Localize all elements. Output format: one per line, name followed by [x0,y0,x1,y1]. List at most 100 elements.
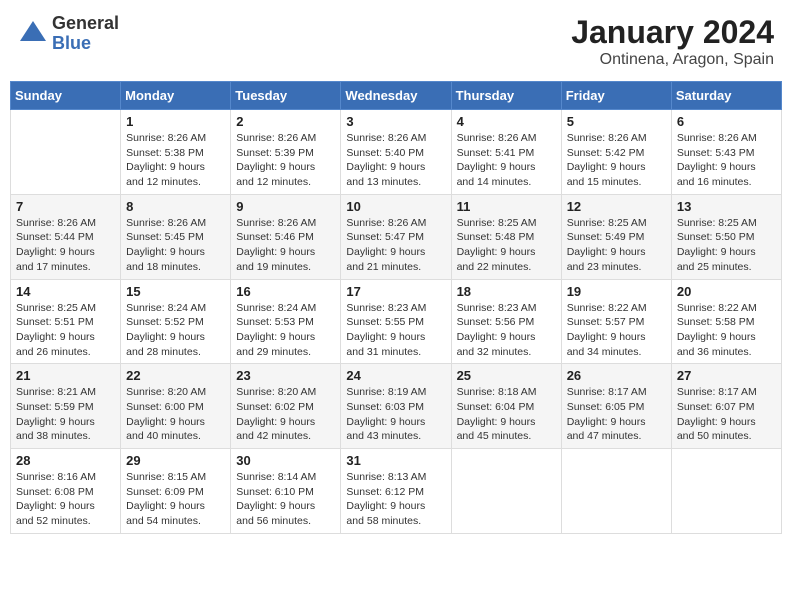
calendar-cell: 19 Sunrise: 8:22 AMSunset: 5:57 PMDayligh… [561,279,671,364]
day-number: 1 [126,114,225,129]
calendar-cell [11,110,121,195]
calendar-cell: 28 Sunrise: 8:16 AMSunset: 6:08 PMDayligh… [11,449,121,534]
page-header: General Blue January 2024 Ontinena, Arag… [10,10,782,73]
calendar-body: 1 Sunrise: 8:26 AMSunset: 5:38 PMDaylight… [11,110,782,534]
day-number: 19 [567,284,666,299]
day-number: 2 [236,114,335,129]
week-row-5: 28 Sunrise: 8:16 AMSunset: 6:08 PMDayligh… [11,449,782,534]
day-number: 6 [677,114,776,129]
day-info: Sunrise: 8:25 AMSunset: 5:48 PMDaylight:… [457,216,556,275]
calendar-cell: 16 Sunrise: 8:24 AMSunset: 5:53 PMDayligh… [231,279,341,364]
calendar-cell: 22 Sunrise: 8:20 AMSunset: 6:00 PMDayligh… [121,364,231,449]
day-of-week-sunday: Sunday [11,82,121,110]
day-number: 30 [236,453,335,468]
day-info: Sunrise: 8:20 AMSunset: 6:02 PMDaylight:… [236,385,335,444]
day-number: 13 [677,199,776,214]
calendar-cell: 20 Sunrise: 8:22 AMSunset: 5:58 PMDayligh… [671,279,781,364]
logo: General Blue [18,14,119,54]
calendar-header: SundayMondayTuesdayWednesdayThursdayFrid… [11,82,782,110]
week-row-2: 7 Sunrise: 8:26 AMSunset: 5:44 PMDaylight… [11,194,782,279]
calendar-cell: 14 Sunrise: 8:25 AMSunset: 5:51 PMDayligh… [11,279,121,364]
day-of-week-friday: Friday [561,82,671,110]
calendar-cell: 1 Sunrise: 8:26 AMSunset: 5:38 PMDaylight… [121,110,231,195]
day-info: Sunrise: 8:22 AMSunset: 5:57 PMDaylight:… [567,301,666,360]
day-info: Sunrise: 8:25 AMSunset: 5:51 PMDaylight:… [16,301,115,360]
day-of-week-saturday: Saturday [671,82,781,110]
day-number: 11 [457,199,556,214]
calendar-cell: 9 Sunrise: 8:26 AMSunset: 5:46 PMDaylight… [231,194,341,279]
day-info: Sunrise: 8:26 AMSunset: 5:46 PMDaylight:… [236,216,335,275]
day-number: 17 [346,284,445,299]
calendar-cell [561,449,671,534]
day-number: 31 [346,453,445,468]
day-info: Sunrise: 8:23 AMSunset: 5:55 PMDaylight:… [346,301,445,360]
calendar-subtitle: Ontinena, Aragon, Spain [571,51,774,69]
day-number: 5 [567,114,666,129]
title-block: January 2024 Ontinena, Aragon, Spain [571,14,774,69]
day-number: 16 [236,284,335,299]
calendar-cell: 25 Sunrise: 8:18 AMSunset: 6:04 PMDayligh… [451,364,561,449]
week-row-3: 14 Sunrise: 8:25 AMSunset: 5:51 PMDayligh… [11,279,782,364]
day-number: 25 [457,368,556,383]
calendar-cell: 3Sunrise: 8:26 AMSunset: 5:40 PMDaylight… [341,110,451,195]
day-number: 4 [457,114,556,129]
logo-icon [18,19,48,49]
calendar-cell: 18 Sunrise: 8:23 AMSunset: 5:56 PMDayligh… [451,279,561,364]
calendar-table: SundayMondayTuesdayWednesdayThursdayFrid… [10,81,782,534]
day-of-week-wednesday: Wednesday [341,82,451,110]
day-number: 21 [16,368,115,383]
day-number: 20 [677,284,776,299]
day-info: Sunrise: 8:20 AMSunset: 6:00 PMDaylight:… [126,385,225,444]
day-info: Sunrise: 8:23 AMSunset: 5:56 PMDaylight:… [457,301,556,360]
day-info: Sunrise: 8:26 AMSunset: 5:42 PMDaylight:… [567,131,666,190]
logo-blue: Blue [52,33,91,53]
day-number: 7 [16,199,115,214]
calendar-cell: 4 Sunrise: 8:26 AMSunset: 5:41 PMDaylight… [451,110,561,195]
day-number: 18 [457,284,556,299]
day-info: Sunrise: 8:25 AMSunset: 5:49 PMDaylight:… [567,216,666,275]
calendar-cell: 27Sunrise: 8:17 AMSunset: 6:07 PMDayligh… [671,364,781,449]
calendar-cell: 11 Sunrise: 8:25 AMSunset: 5:48 PMDayligh… [451,194,561,279]
day-info: Sunrise: 8:13 AMSunset: 6:12 PMDaylight:… [346,470,445,529]
day-number: 8 [126,199,225,214]
calendar-title: January 2024 [571,14,774,51]
day-number: 28 [16,453,115,468]
day-number: 26 [567,368,666,383]
day-info: Sunrise: 8:24 AMSunset: 5:53 PMDaylight:… [236,301,335,360]
logo-general: General [52,13,119,33]
day-number: 3 [346,114,445,129]
calendar-cell: 31 Sunrise: 8:13 AMSunset: 6:12 PMDayligh… [341,449,451,534]
day-info: Sunrise: 8:15 AMSunset: 6:09 PMDaylight:… [126,470,225,529]
day-info: Sunrise: 8:26 AMSunset: 5:38 PMDaylight:… [126,131,225,190]
day-info: Sunrise: 8:22 AMSunset: 5:58 PMDaylight:… [677,301,776,360]
day-info: Sunrise: 8:26 AMSunset: 5:41 PMDaylight:… [457,131,556,190]
day-number: 12 [567,199,666,214]
calendar-cell: 24 Sunrise: 8:19 AMSunset: 6:03 PMDayligh… [341,364,451,449]
day-number: 9 [236,199,335,214]
day-of-week-tuesday: Tuesday [231,82,341,110]
day-number: 22 [126,368,225,383]
day-number: 27 [677,368,776,383]
day-info: Sunrise: 8:24 AMSunset: 5:52 PMDaylight:… [126,301,225,360]
day-info: Sunrise: 8:26 AMSunset: 5:39 PMDaylight:… [236,131,335,190]
calendar-cell: 29Sunrise: 8:15 AMSunset: 6:09 PMDayligh… [121,449,231,534]
day-info: Sunrise: 8:25 AMSunset: 5:50 PMDaylight:… [677,216,776,275]
day-info: Sunrise: 8:19 AMSunset: 6:03 PMDaylight:… [346,385,445,444]
day-number: 24 [346,368,445,383]
week-row-4: 21 Sunrise: 8:21 AMSunset: 5:59 PMDayligh… [11,364,782,449]
day-info: Sunrise: 8:18 AMSunset: 6:04 PMDaylight:… [457,385,556,444]
day-info: Sunrise: 8:16 AMSunset: 6:08 PMDaylight:… [16,470,115,529]
day-info: Sunrise: 8:26 AMSunset: 5:43 PMDaylight:… [677,131,776,190]
calendar-cell: 5 Sunrise: 8:26 AMSunset: 5:42 PMDaylight… [561,110,671,195]
calendar-cell: 12 Sunrise: 8:25 AMSunset: 5:49 PMDayligh… [561,194,671,279]
calendar-cell [451,449,561,534]
day-of-week-monday: Monday [121,82,231,110]
calendar-cell: 2 Sunrise: 8:26 AMSunset: 5:39 PMDaylight… [231,110,341,195]
day-info: Sunrise: 8:21 AMSunset: 5:59 PMDaylight:… [16,385,115,444]
day-number: 14 [16,284,115,299]
day-info: Sunrise: 8:26 AMSunset: 5:44 PMDaylight:… [16,216,115,275]
calendar-cell: 8Sunrise: 8:26 AMSunset: 5:45 PMDaylight… [121,194,231,279]
day-of-week-thursday: Thursday [451,82,561,110]
calendar-cell [671,449,781,534]
days-of-week-row: SundayMondayTuesdayWednesdayThursdayFrid… [11,82,782,110]
